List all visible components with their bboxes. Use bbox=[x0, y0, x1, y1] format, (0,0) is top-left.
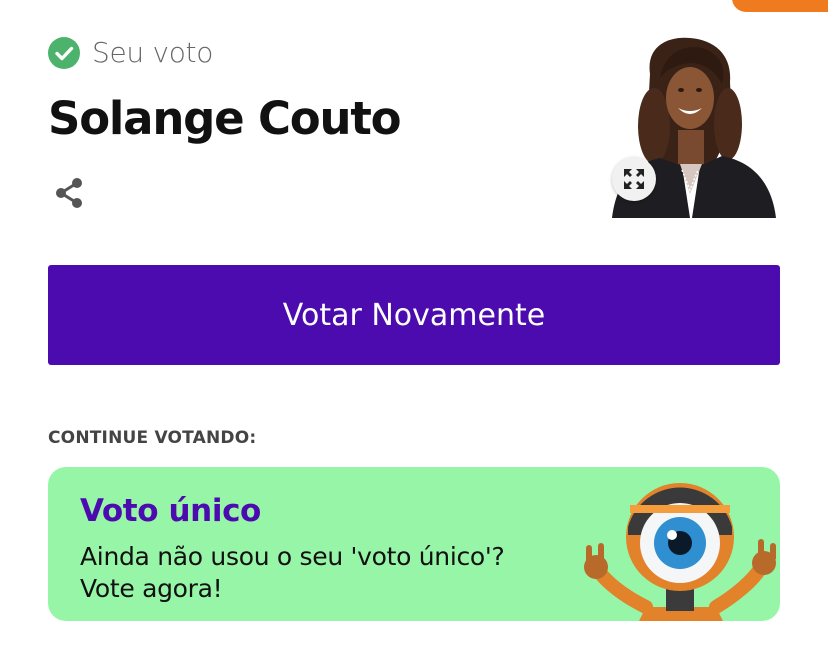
vote-label: Seu voto bbox=[92, 36, 214, 69]
vote-header: Seu voto bbox=[48, 36, 213, 69]
continue-voting-label: CONTINUE VOTANDO: bbox=[48, 428, 257, 448]
check-circle-icon bbox=[48, 36, 80, 69]
eye-mascot-icon bbox=[584, 483, 776, 621]
top-accent-tab bbox=[732, 0, 828, 12]
expand-photo-button[interactable] bbox=[612, 157, 656, 201]
share-icon bbox=[56, 178, 82, 208]
single-vote-description: Ainda não usou o seu 'voto único'? Vote … bbox=[80, 542, 505, 603]
vote-again-button[interactable]: Votar Novamente bbox=[48, 265, 780, 365]
candidate-name: Solange Couto bbox=[48, 92, 402, 145]
share-button[interactable] bbox=[48, 172, 90, 214]
single-vote-card[interactable]: Voto único Ainda não usou o seu 'voto ún… bbox=[48, 467, 780, 621]
single-vote-title: Voto único bbox=[80, 493, 261, 529]
expand-icon bbox=[624, 169, 644, 189]
